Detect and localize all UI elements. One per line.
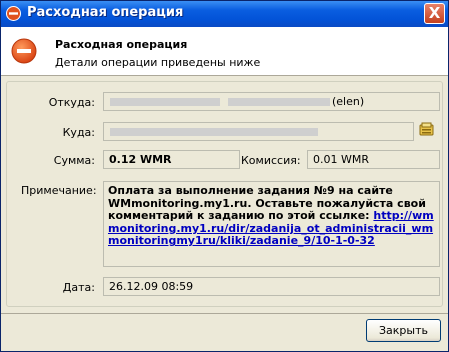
amount-field[interactable]: 0.12 WMR [103,150,240,169]
window-title: Расходная операция [27,5,184,20]
from-owner: (elen) [332,95,365,108]
from-field[interactable]: (elen) [103,92,440,111]
date-label: Дата: [62,281,95,294]
dialog-window: Расходная операция X Расходная операция … [0,0,449,352]
fee-label: Комиссия: [241,154,301,167]
amount-label: Сумма: [53,154,95,167]
header-subtitle: Детали операции приведены ниже [55,56,261,69]
to-label: Куда: [62,126,95,139]
note-label: Примечание: [21,184,97,197]
close-window-button[interactable]: X [424,3,445,24]
title-bar[interactable]: Расходная операция X [1,1,448,27]
minus-circle-icon [11,38,37,64]
redacted-text [110,98,220,106]
redacted-text [228,98,330,106]
footer-divider [1,313,448,314]
wallet-icon[interactable] [419,122,434,137]
fee-field[interactable]: 0.01 WMR [307,150,440,169]
redacted-text [110,128,318,136]
close-button[interactable]: Закрыть [366,319,441,342]
from-label: Откуда: [48,96,95,109]
to-field[interactable] [103,122,414,141]
expense-operation-icon [6,6,21,21]
header-title: Расходная операция [55,38,188,51]
date-field[interactable]: 26.12.09 08:59 [103,277,440,296]
note-field[interactable]: Оплата за выполнение задания №9 на сайте… [103,181,440,267]
dialog-header: Расходная операция Детали операции приве… [1,27,448,76]
